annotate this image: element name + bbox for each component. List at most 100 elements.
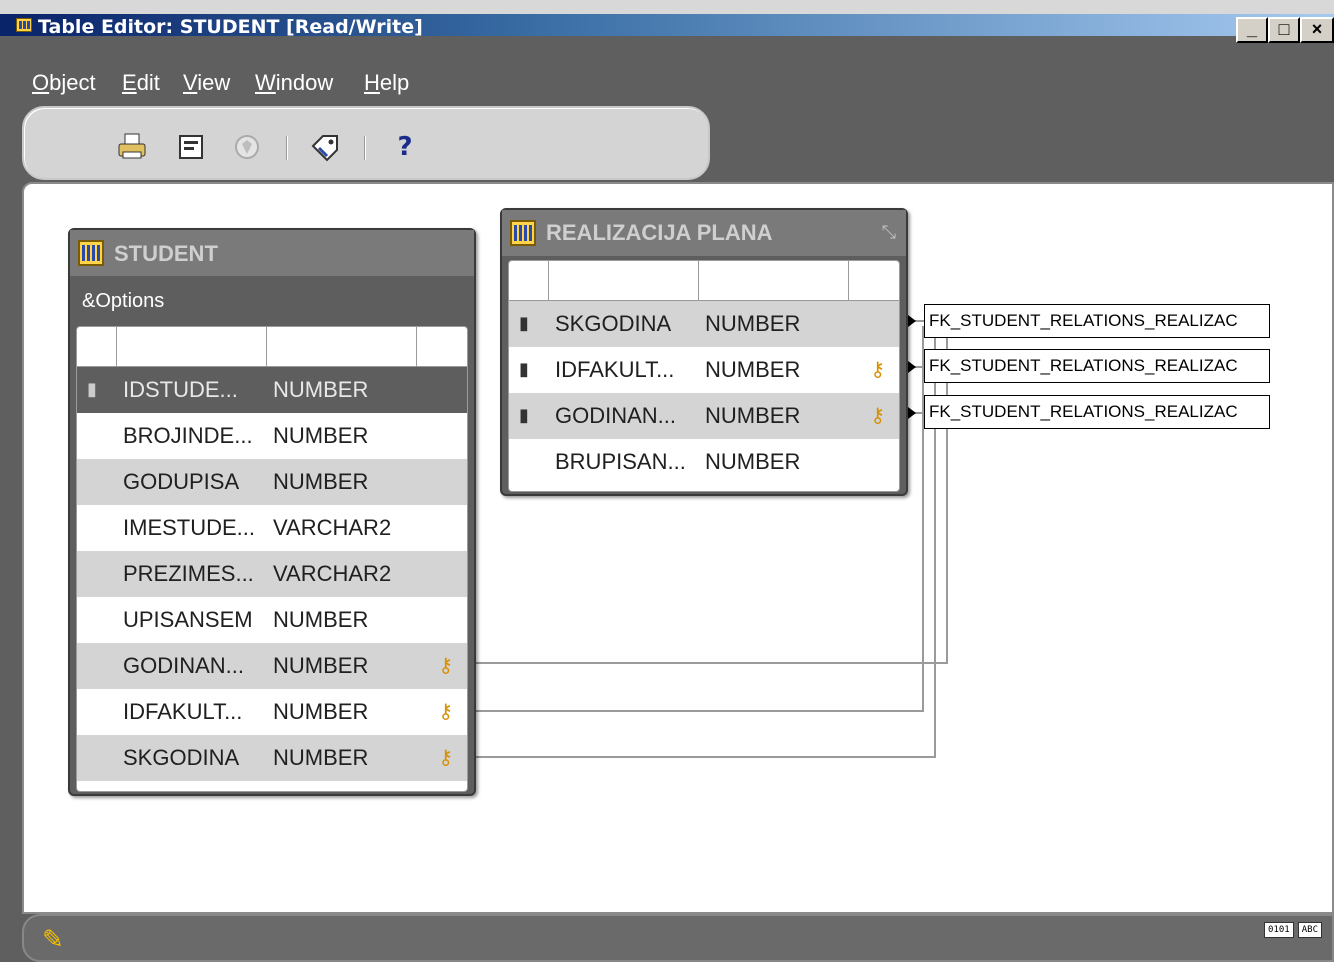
toolbar: ? <box>22 106 710 180</box>
grid-header-cell <box>509 261 549 301</box>
column-type: VARCHAR2 <box>273 561 392 586</box>
grid-header-cell <box>699 261 849 301</box>
column-name: SKGODINA <box>555 311 672 336</box>
column-row[interactable]: ▮ SKGODINA NUMBER <box>509 301 899 347</box>
column-type: NUMBER <box>705 357 801 382</box>
column-row[interactable]: ▮ IDSTUDE... NUMBER <box>77 367 467 413</box>
column-row[interactable]: IDFAKULT... NUMBER ⚷ <box>77 689 467 735</box>
fk-connector <box>922 326 924 712</box>
status-bar: ✎ 0101 ABC <box>22 914 1334 962</box>
menu-edit-label: Edit <box>122 70 160 95</box>
fk-connector <box>476 710 924 712</box>
connector-arrow-icon <box>908 315 916 327</box>
column-row[interactable]: IMESTUDE... VARCHAR2 <box>77 505 467 551</box>
text-mode-icon[interactable]: ABC <box>1297 922 1322 938</box>
student-table-title: STUDENT <box>114 241 218 266</box>
primary-key-icon: ▮ <box>519 359 529 379</box>
column-name: GODINAN... <box>123 653 245 678</box>
fk-connector <box>476 662 948 664</box>
close-button[interactable]: × <box>1300 17 1334 43</box>
table-editor-icon <box>16 18 32 32</box>
column-row[interactable]: ▮ IDFAKULT... NUMBER ⚷ <box>509 347 899 393</box>
menu-window-label: Window <box>255 70 334 95</box>
options-menu[interactable]: &Options <box>82 290 164 313</box>
grid-header-cell <box>849 261 899 301</box>
column-type: NUMBER <box>273 423 369 448</box>
column-name: GODUPISA <box>123 469 240 494</box>
column-type: NUMBER <box>273 377 369 402</box>
foreign-key-icon: ⚷ <box>438 701 453 723</box>
menu-help[interactable]: Help <box>364 70 409 96</box>
column-type: NUMBER <box>705 403 801 428</box>
column-type: NUMBER <box>273 607 369 632</box>
toolbar-separator <box>286 136 288 160</box>
grid-header <box>509 261 899 301</box>
connector-arrow-icon <box>908 407 916 419</box>
grid-header-cell <box>417 327 467 367</box>
column-row[interactable]: BROJINDE... NUMBER <box>77 413 467 459</box>
column-type: NUMBER <box>273 745 369 770</box>
toolbar-separator <box>364 136 366 160</box>
menu-help-label: Help <box>364 70 410 95</box>
column-row[interactable]: ▮ GODINAN... NUMBER ⚷ <box>509 393 899 439</box>
column-row[interactable]: UPISANSEM NUMBER <box>77 597 467 643</box>
help-icon[interactable]: ? <box>388 130 422 164</box>
column-row[interactable]: PREZIMES... VARCHAR2 <box>77 551 467 597</box>
collapse-icon[interactable]: ⤡ <box>882 222 896 243</box>
table-icon <box>78 240 104 266</box>
foreign-key-icon: ⚷ <box>870 359 885 381</box>
pencil-icon[interactable]: ✎ <box>42 924 64 955</box>
realizacija-table-title: REALIZACIJA PLANA <box>546 220 773 245</box>
menu-window[interactable]: Window <box>255 70 333 96</box>
maximize-button[interactable]: □ <box>1268 17 1300 43</box>
status-right-icons: 0101 ABC <box>1264 922 1322 938</box>
fk-connector <box>934 326 936 758</box>
print-icon[interactable] <box>116 130 150 164</box>
column-name: PREZIMES... <box>123 561 254 586</box>
fk-label[interactable]: FK_STUDENT_RELATIONS_REALIZAC <box>924 304 1270 338</box>
foreign-key-icon: ⚷ <box>438 655 453 677</box>
column-row[interactable]: GODINAN... NUMBER ⚷ <box>77 643 467 689</box>
column-name: IMESTUDE... <box>123 515 256 540</box>
column-row[interactable]: SKGODINA NUMBER ⚷ <box>77 735 467 781</box>
binary-icon[interactable]: 0101 <box>1264 922 1294 938</box>
grid-header-cell <box>117 327 267 367</box>
column-type: NUMBER <box>705 311 801 336</box>
menu-edit[interactable]: Edit <box>122 70 160 96</box>
minimize-button[interactable]: _ <box>1236 17 1268 43</box>
column-type: NUMBER <box>273 469 369 494</box>
column-type: NUMBER <box>273 653 369 678</box>
student-column-grid: ▮ IDSTUDE... NUMBER BROJINDE... NUMBER GODU… <box>76 326 468 792</box>
table-icon <box>510 220 536 246</box>
column-row[interactable]: BRUPISAN... NUMBER <box>509 439 899 485</box>
menu-bar: Object Edit View Window Help <box>14 58 1334 108</box>
realizacija-column-grid: ▮ SKGODINA NUMBER ▮ IDFAKULT... NUMBER ⚷ ▮ GOD… <box>508 260 900 492</box>
grid-header <box>77 327 467 367</box>
menu-object-label: Object <box>32 70 96 95</box>
tag-icon[interactable] <box>308 130 342 164</box>
grid-header-cell <box>549 261 699 301</box>
menu-view-label: View <box>183 70 231 95</box>
properties-icon[interactable] <box>174 130 208 164</box>
realizacija-plana-table[interactable]: REALIZACIJA PLANA ⤡ ▮ SKGODINA NUMBER ▮ IDF… <box>500 208 908 496</box>
foreign-key-icon: ⚷ <box>438 747 453 769</box>
grid-header-cell <box>267 327 417 367</box>
column-name: IDSTUDE... <box>123 377 238 402</box>
column-name: UPISANSEM <box>123 607 253 632</box>
column-name: SKGODINA <box>123 745 240 770</box>
menu-object[interactable]: Object <box>32 70 96 96</box>
column-name: BRUPISAN... <box>555 449 686 474</box>
fk-label[interactable]: FK_STUDENT_RELATIONS_REALIZAC <box>924 395 1270 429</box>
student-table[interactable]: STUDENT &Options ▮ IDSTUDE... NUMBER BROJI… <box>68 228 476 796</box>
column-name: IDFAKULT... <box>555 357 675 382</box>
foreign-key-icon: ⚷ <box>870 405 885 427</box>
grid-header-cell <box>77 327 117 367</box>
primary-key-icon: ▮ <box>87 379 97 399</box>
column-name: BROJINDE... <box>123 423 253 448</box>
fk-connector <box>476 756 936 758</box>
menu-view[interactable]: View <box>183 70 230 96</box>
fk-label[interactable]: FK_STUDENT_RELATIONS_REALIZAC <box>924 349 1270 383</box>
window-title: Table Editor: STUDENT [Read/Write] <box>38 16 423 38</box>
column-row[interactable]: GODUPISA NUMBER <box>77 459 467 505</box>
column-name: GODINAN... <box>555 403 677 428</box>
